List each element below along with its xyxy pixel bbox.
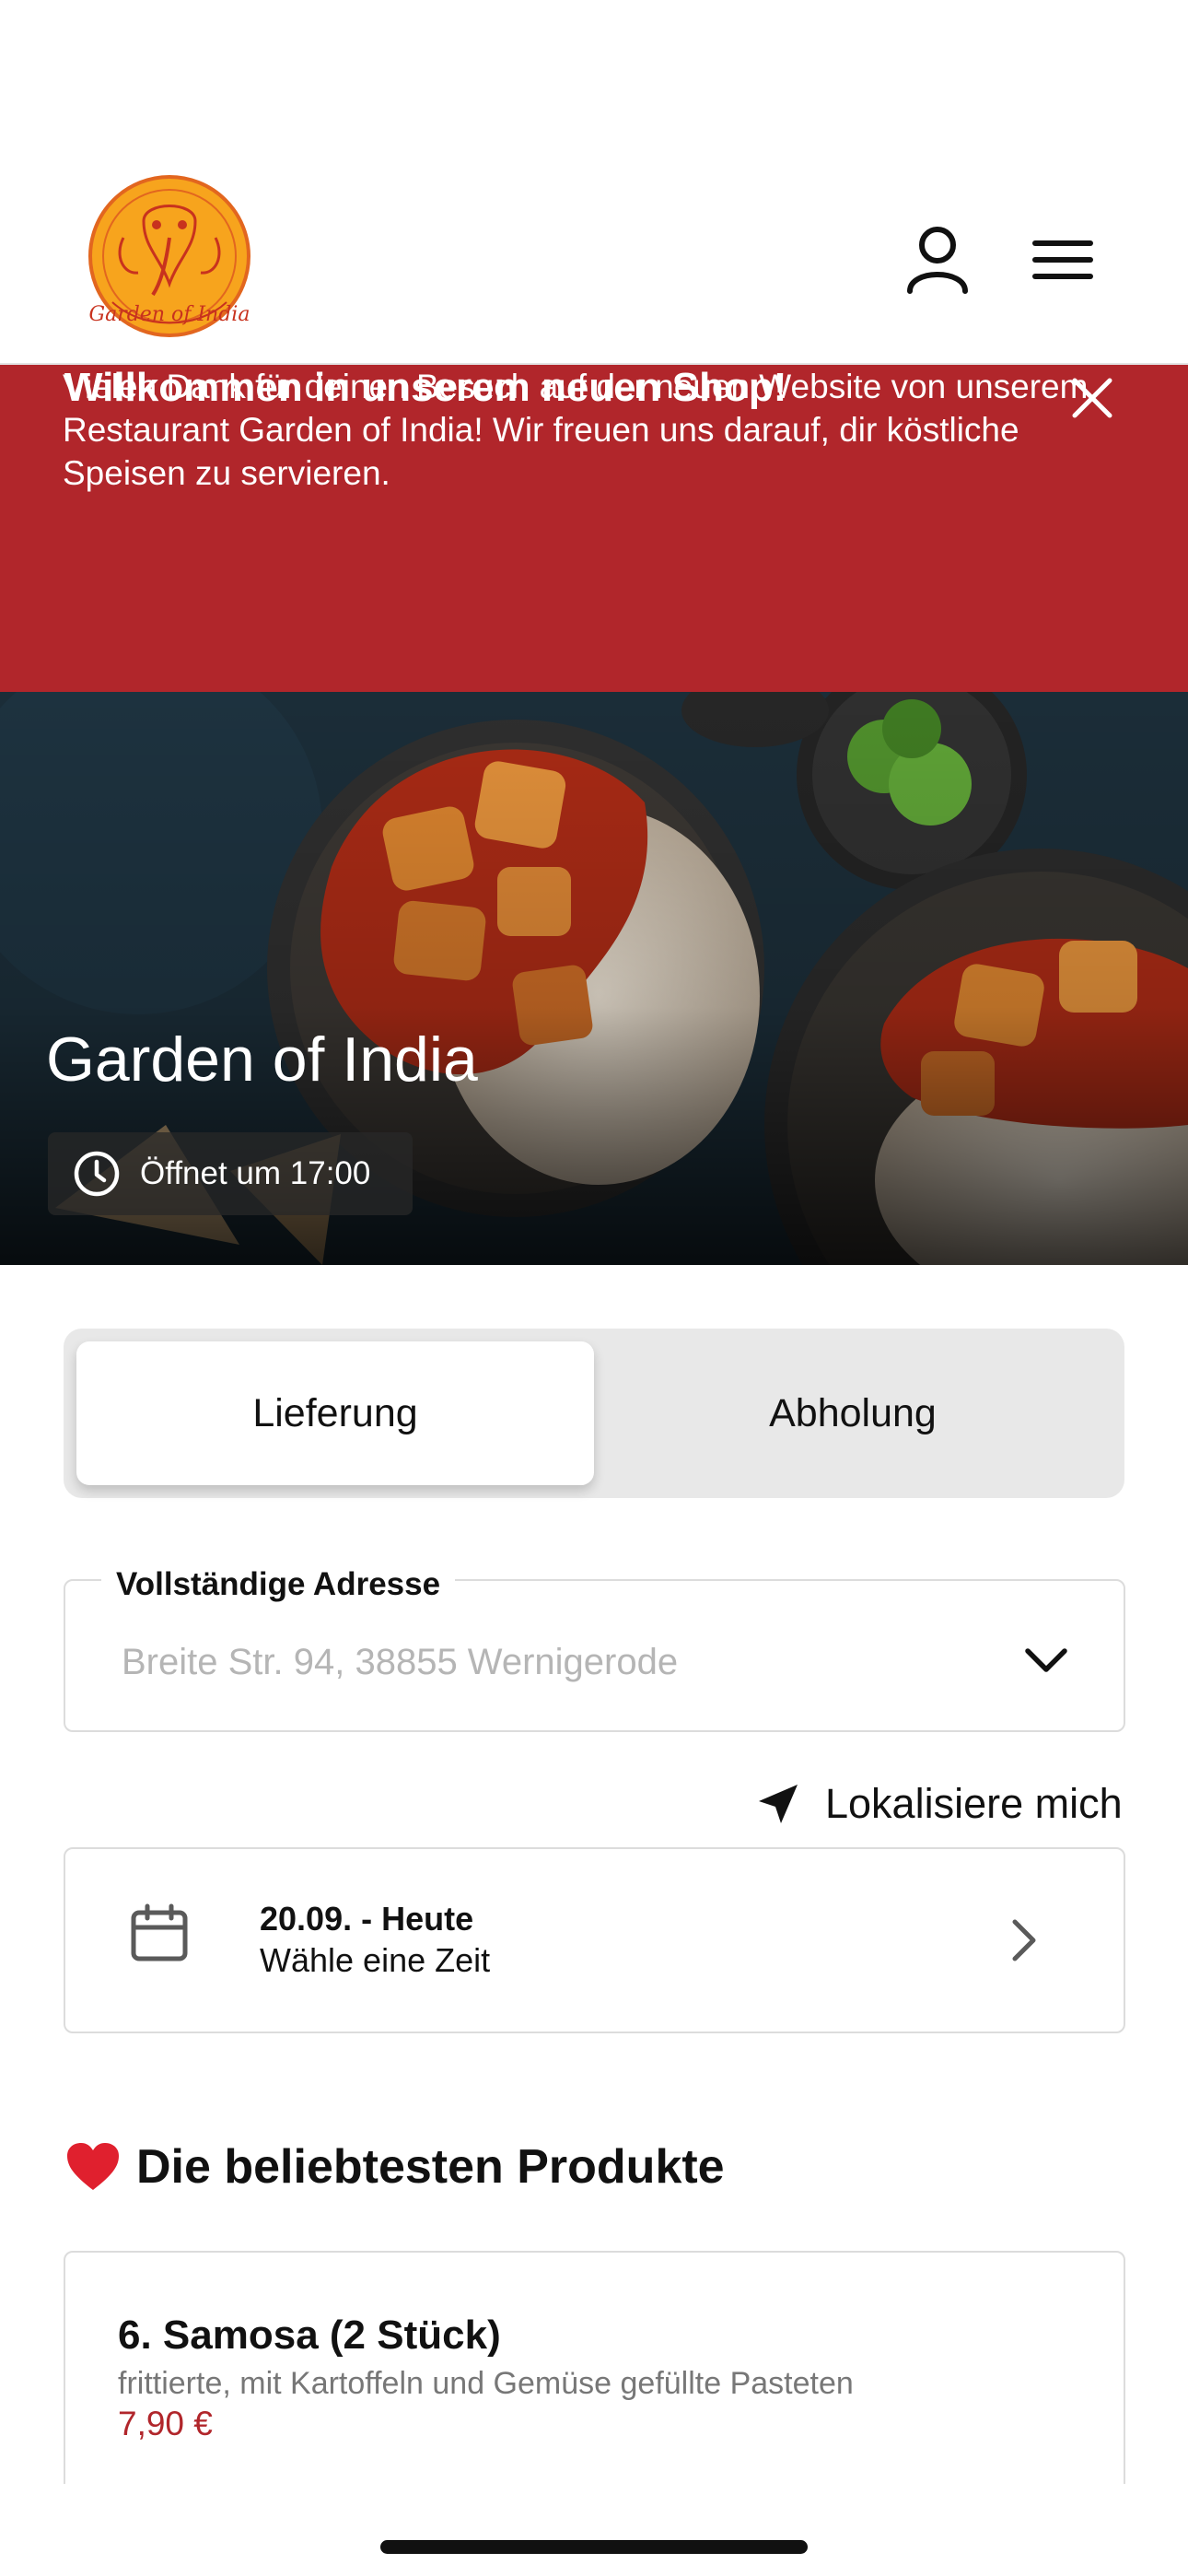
location-arrow-icon	[759, 1785, 798, 1823]
home-indicator[interactable]	[380, 2540, 808, 2554]
hamburger-menu-icon	[1032, 240, 1093, 279]
svg-text:Garden of India: Garden of India	[89, 303, 250, 326]
menu-button[interactable]	[1028, 232, 1098, 287]
time-hint: Wähle eine Zeit	[260, 1941, 491, 1979]
address-label: Vollständige Adresse	[101, 1566, 456, 1603]
order-mode-toggle: Lieferung Abholung	[64, 1329, 1124, 1498]
locate-me-button[interactable]: Lokalisiere mich	[755, 1776, 1123, 1832]
banner-text: Vielen Dank für deinen Besuch auf der ne…	[63, 368, 1089, 492]
bottom-safe-area	[0, 2484, 1188, 2576]
app-header: Garden of India	[0, 0, 1188, 365]
hero-image: Garden of India Öffnet um 17:00	[0, 692, 1188, 1265]
address-input[interactable]: Breite Str. 94, 38855 Wernigerode	[122, 1642, 678, 1683]
popular-products-title: Die beliebtesten Produkte	[136, 2140, 725, 2194]
opening-status-text: Öffnet um 17:00	[140, 1155, 371, 1191]
tab-abholung[interactable]: Abholung	[594, 1341, 1112, 1485]
tab-lieferung[interactable]: Lieferung	[76, 1341, 594, 1485]
restaurant-name: Garden of India	[46, 1025, 478, 1095]
account-button[interactable]	[903, 223, 973, 297]
calendar-icon	[131, 1903, 188, 1961]
chevron-right-icon	[1012, 1919, 1036, 1961]
close-icon	[1072, 378, 1112, 418]
heart-icon	[67, 2143, 119, 2190]
restaurant-logo[interactable]: Garden of India	[87, 173, 252, 348]
locate-me-label: Lokalisiere mich	[825, 1780, 1123, 1827]
opening-status-badge: Öffnet um 17:00	[48, 1132, 413, 1215]
popular-products-heading: Die beliebtesten Produkte	[64, 2139, 725, 2195]
banner-close-button[interactable]	[1059, 365, 1125, 431]
selected-date: 20.09. - Heute	[260, 1900, 474, 1938]
welcome-banner: Willkommen in unserem neuen Shop! Vielen…	[0, 365, 1188, 692]
chevron-down-icon[interactable]	[1020, 1634, 1072, 1686]
user-icon	[907, 227, 968, 294]
product-name: 6. Samosa (2 Stück)	[118, 2313, 501, 2358]
product-price: 7,90 €	[118, 2405, 213, 2442]
clock-icon	[74, 1151, 120, 1197]
time-picker[interactable]	[64, 1847, 1125, 2033]
product-description: frittierte, mit Kartoffeln und Gemüse ge…	[118, 2366, 854, 2401]
